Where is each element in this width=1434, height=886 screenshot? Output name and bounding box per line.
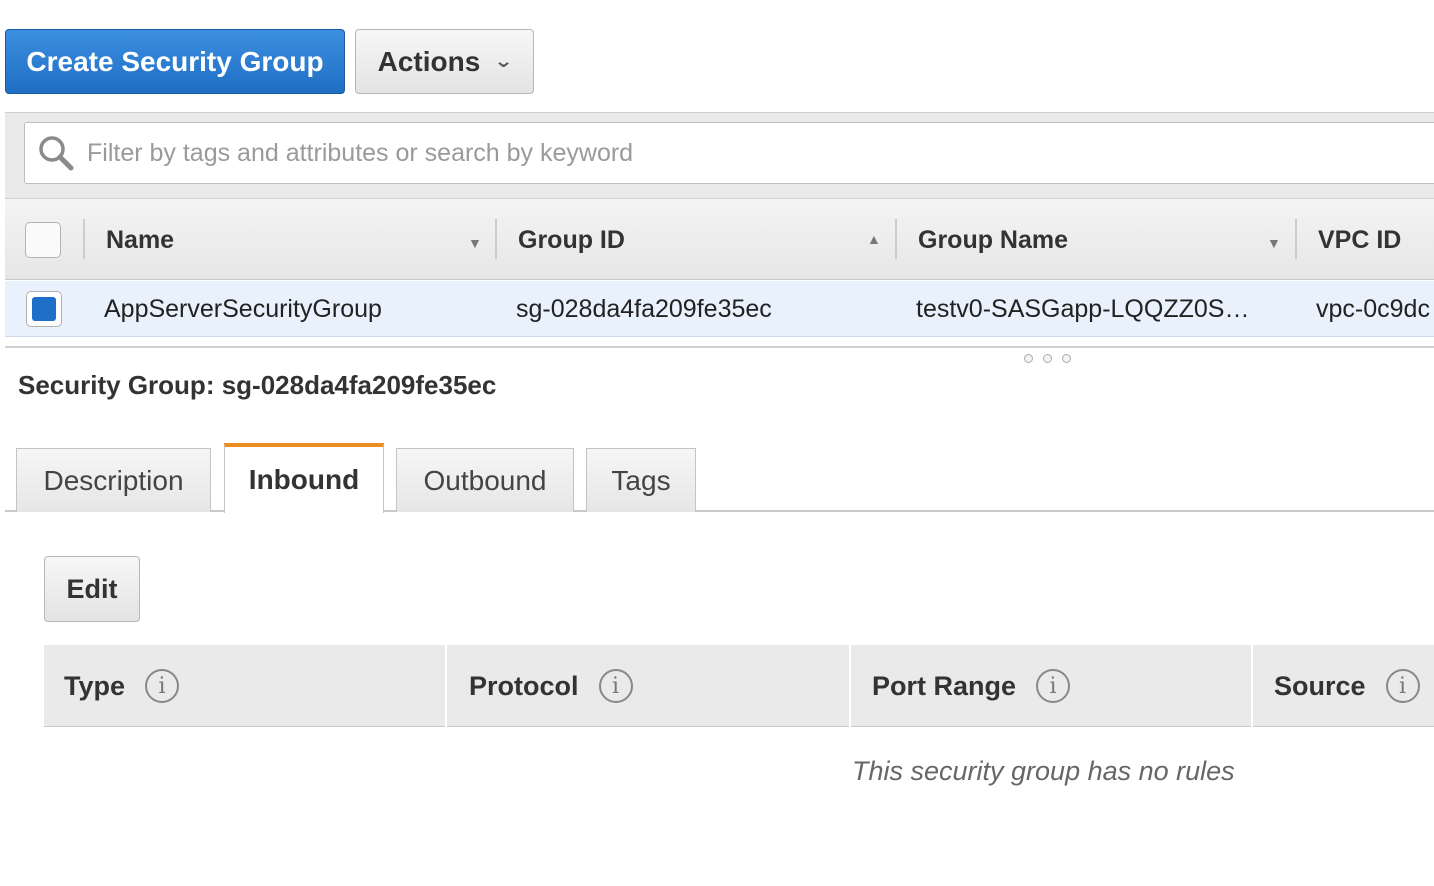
column-header-type-label: Type	[64, 670, 126, 701]
pane-divider	[5, 346, 1434, 348]
column-header-vpc-id-label: VPC ID	[1318, 225, 1402, 254]
column-separator	[495, 219, 497, 259]
row-checkbox[interactable]	[26, 291, 62, 327]
detail-title: Security Group: sg-028da4fa209fe35ec	[18, 370, 497, 400]
column-header-vpc-id[interactable]: VPC ID	[1318, 199, 1401, 281]
column-header-group-name[interactable]: Group Name	[918, 199, 1068, 281]
search-icon	[39, 136, 74, 171]
column-separator	[849, 645, 851, 727]
edit-button[interactable]: Edit	[44, 556, 140, 622]
column-separator	[1251, 645, 1253, 727]
table-row[interactable]: AppServerSecurityGroup sg-028da4fa209fe3…	[5, 281, 1434, 337]
resize-grip-icon[interactable]	[1024, 354, 1071, 363]
column-separator	[445, 645, 447, 727]
cell-group-name: testv0-SASGapp-LQQZZ0S…	[916, 294, 1250, 323]
info-icon[interactable]: i	[1385, 669, 1420, 703]
actions-dropdown-button[interactable]: Actions ⌄	[355, 29, 534, 94]
cell-name: AppServerSecurityGroup	[104, 294, 382, 323]
tabs-baseline	[5, 510, 1434, 512]
sort-desc-icon[interactable]: ▼	[468, 235, 482, 251]
tab-description[interactable]: Description	[16, 448, 211, 512]
column-header-port-range-label: Port Range	[872, 670, 1017, 701]
column-header-type: Type i	[64, 645, 180, 727]
chevron-down-icon: ⌄	[494, 51, 514, 71]
column-separator	[1295, 219, 1297, 259]
create-security-group-label: Create Security Group	[26, 45, 324, 77]
column-header-source: Source i	[1274, 645, 1420, 727]
cell-group-id: sg-028da4fa209fe35ec	[516, 294, 772, 323]
column-header-protocol-label: Protocol	[469, 670, 579, 701]
tab-outbound[interactable]: Outbound	[396, 448, 574, 512]
info-icon[interactable]: i	[598, 669, 633, 703]
select-all-checkbox[interactable]	[25, 222, 61, 258]
column-separator	[83, 219, 85, 259]
column-header-name[interactable]: Name	[106, 199, 174, 281]
column-header-group-name-label: Group Name	[918, 225, 1069, 254]
info-icon[interactable]: i	[145, 669, 180, 703]
filter-input[interactable]	[87, 138, 1287, 168]
column-header-source-label: Source	[1274, 670, 1366, 701]
column-header-protocol: Protocol i	[469, 645, 633, 727]
column-header-port-range: Port Range i	[872, 645, 1071, 727]
security-groups-table-header: Name ▼ Group ID ▲ Group Name ▼ VPC ID	[5, 198, 1434, 280]
actions-label: Actions	[377, 45, 481, 77]
inbound-rules-table-header: Type i Protocol i Port Range i Source i	[44, 645, 1434, 727]
column-header-name-label: Name	[106, 225, 175, 254]
cell-vpc-id: vpc-0c9dc	[1316, 294, 1430, 323]
sort-asc-icon[interactable]: ▲	[867, 231, 881, 247]
tab-inbound[interactable]: Inbound	[224, 443, 384, 513]
filter-search-box[interactable]	[24, 122, 1434, 184]
tab-tags[interactable]: Tags	[586, 448, 696, 512]
column-header-group-id-label: Group ID	[518, 225, 625, 254]
column-header-group-id[interactable]: Group ID	[518, 199, 625, 281]
sort-desc-icon[interactable]: ▼	[1267, 235, 1281, 251]
empty-rules-message: This security group has no rules	[852, 756, 1235, 786]
edit-label: Edit	[66, 573, 118, 604]
column-separator	[895, 219, 897, 259]
create-security-group-button[interactable]: Create Security Group	[5, 29, 345, 94]
info-icon[interactable]: i	[1036, 669, 1071, 703]
